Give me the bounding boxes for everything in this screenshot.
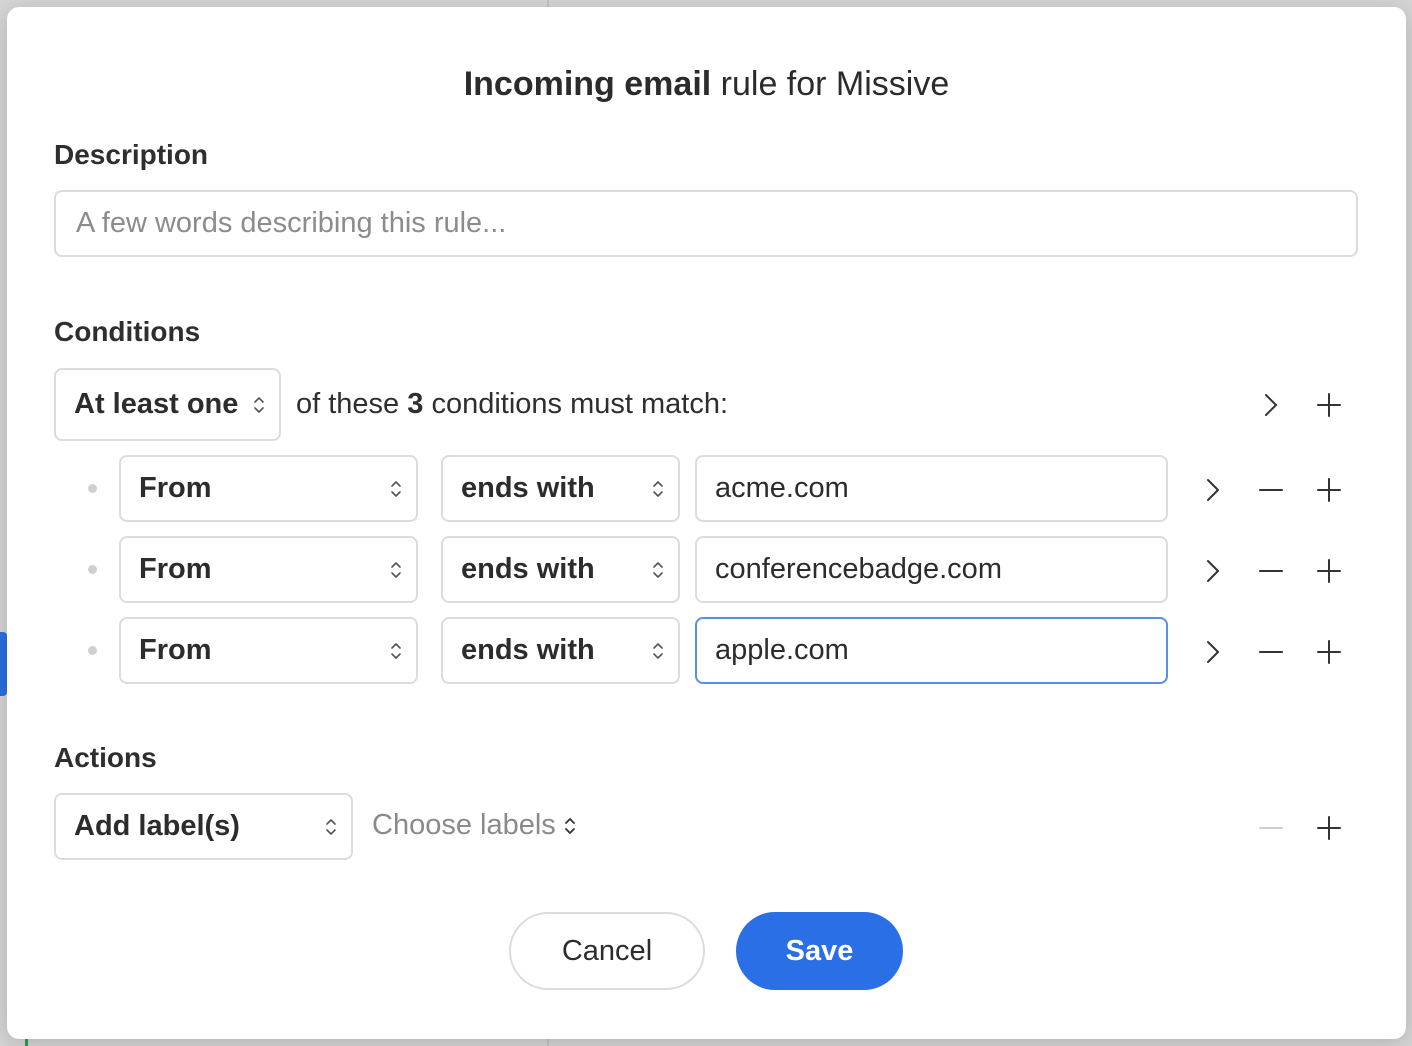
- choose-labels-select[interactable]: Choose labels: [372, 809, 576, 842]
- condition-value-input[interactable]: [695, 455, 1168, 522]
- condition-expand-button[interactable]: [1195, 634, 1231, 670]
- updown-chevron-icon: [391, 480, 401, 497]
- remove-action-button[interactable]: [1253, 810, 1289, 846]
- minus-icon: [1259, 489, 1283, 491]
- save-button[interactable]: Save: [736, 912, 903, 990]
- condition-field-value: From: [139, 634, 212, 666]
- condition-operator-select[interactable]: ends with: [441, 536, 680, 603]
- match-prefix: of these: [296, 388, 408, 420]
- condition-bullet: [88, 565, 97, 574]
- dialog-title-bold: Incoming email: [463, 65, 712, 103]
- chevron-right-icon: [1265, 394, 1277, 416]
- condition-field-value: From: [139, 472, 212, 504]
- condition-value-input[interactable]: [695, 536, 1168, 603]
- condition-operator-value: ends with: [461, 472, 595, 504]
- condition-bullet: [88, 484, 97, 493]
- plus-icon: [1317, 559, 1341, 583]
- chevron-right-icon: [1207, 560, 1219, 582]
- match-mode-select[interactable]: At least one: [54, 368, 281, 441]
- add-condition-button[interactable]: [1311, 553, 1347, 589]
- condition-field-select[interactable]: From: [119, 455, 418, 522]
- condition-operator-select[interactable]: ends with: [441, 617, 680, 684]
- match-description: of these 3 conditions must match:: [296, 388, 728, 421]
- condition-bullet: [88, 646, 97, 655]
- plus-icon: [1317, 816, 1341, 840]
- minus-icon: [1259, 827, 1283, 829]
- dialog-title-rest: rule for Missive: [711, 65, 950, 103]
- condition-field-select[interactable]: From: [119, 617, 418, 684]
- updown-chevron-icon: [653, 561, 663, 578]
- group-expand-button[interactable]: [1253, 387, 1289, 423]
- updown-chevron-icon: [564, 817, 575, 834]
- cancel-button[interactable]: Cancel: [509, 912, 705, 990]
- background-accent: [25, 1038, 28, 1046]
- chevron-right-icon: [1207, 479, 1219, 501]
- updown-chevron-icon: [326, 818, 336, 835]
- updown-chevron-icon: [254, 396, 264, 413]
- updown-chevron-icon: [653, 480, 663, 497]
- description-label: Description: [54, 139, 209, 170]
- condition-expand-button[interactable]: [1195, 472, 1231, 508]
- chevron-right-icon: [1207, 641, 1219, 663]
- conditions-label: Conditions: [54, 316, 201, 347]
- condition-operator-value: ends with: [461, 553, 595, 585]
- action-type-select[interactable]: Add label(s): [54, 793, 353, 860]
- updown-chevron-icon: [391, 642, 401, 659]
- remove-condition-button[interactable]: [1253, 472, 1289, 508]
- dialog-title: Incoming email rule for Missive: [7, 65, 1406, 104]
- action-type-value: Add label(s): [74, 810, 240, 842]
- condition-expand-button[interactable]: [1195, 553, 1231, 589]
- match-count: 3: [407, 388, 424, 420]
- choose-labels-placeholder: Choose labels: [372, 809, 556, 841]
- match-mode-value: At least one: [74, 388, 239, 420]
- description-input[interactable]: [54, 190, 1358, 257]
- condition-operator-value: ends with: [461, 634, 595, 666]
- actions-label: Actions: [54, 742, 157, 773]
- add-action-button[interactable]: [1311, 810, 1347, 846]
- remove-condition-button[interactable]: [1253, 634, 1289, 670]
- minus-icon: [1259, 651, 1283, 653]
- background-tab-indicator: [0, 632, 7, 696]
- match-suffix: conditions must match:: [423, 388, 729, 420]
- add-condition-group-button[interactable]: [1311, 387, 1347, 423]
- add-condition-button[interactable]: [1311, 472, 1347, 508]
- add-condition-button[interactable]: [1311, 634, 1347, 670]
- plus-icon: [1317, 640, 1341, 664]
- condition-value-input[interactable]: [695, 617, 1168, 684]
- rule-dialog: Incoming email rule for Missive Descript…: [7, 7, 1406, 1039]
- updown-chevron-icon: [391, 561, 401, 578]
- plus-icon: [1317, 478, 1341, 502]
- minus-icon: [1259, 570, 1283, 572]
- plus-icon: [1317, 393, 1341, 417]
- condition-field-select[interactable]: From: [119, 536, 418, 603]
- condition-field-value: From: [139, 553, 212, 585]
- condition-operator-select[interactable]: ends with: [441, 455, 680, 522]
- updown-chevron-icon: [653, 642, 663, 659]
- remove-condition-button[interactable]: [1253, 553, 1289, 589]
